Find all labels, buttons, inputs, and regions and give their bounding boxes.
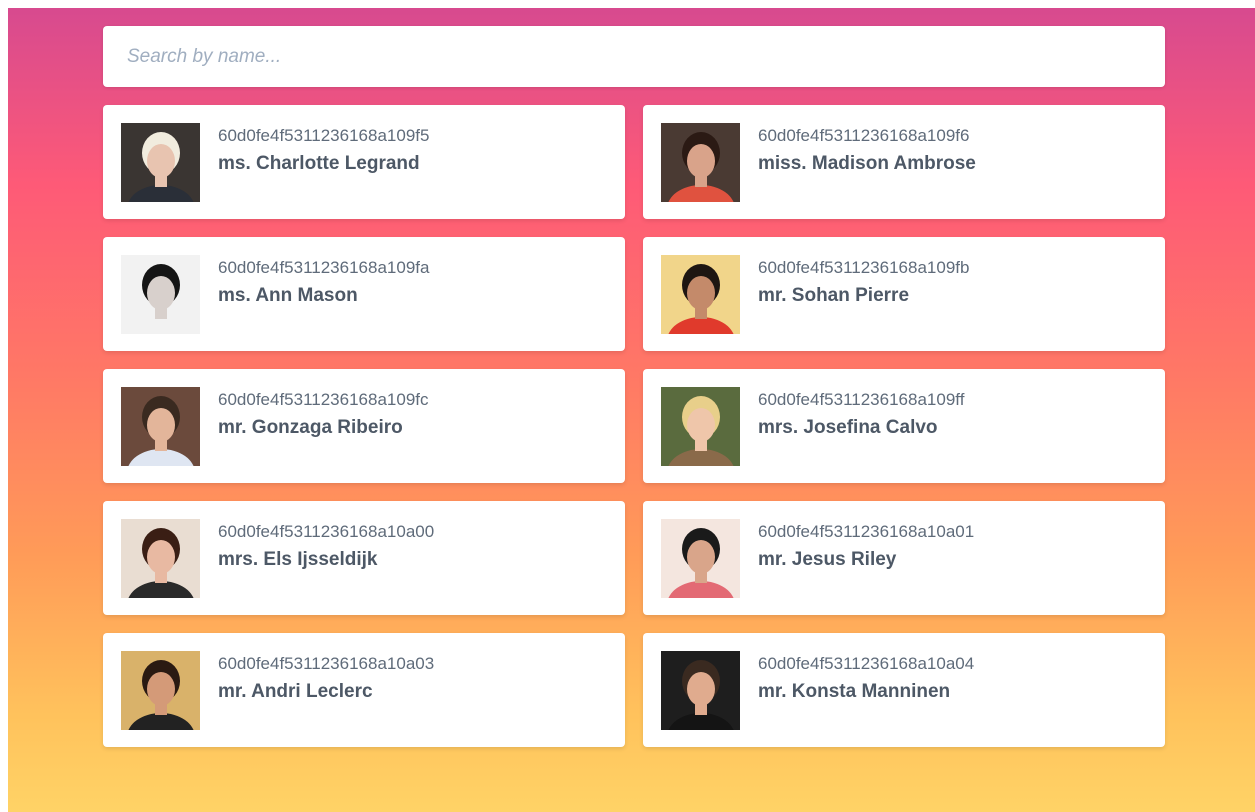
user-id: 60d0fe4f5311236168a109f6 <box>758 126 970 145</box>
user-id: 60d0fe4f5311236168a109fa <box>218 258 430 277</box>
user-id: 60d0fe4f5311236168a109fb <box>758 258 970 277</box>
user-card[interactable]: 60d0fe4f5311236168a10a04 mr. Konsta Manni… <box>643 633 1165 747</box>
user-avatar <box>661 519 740 598</box>
user-card[interactable]: 60d0fe4f5311236168a109ff mrs. Josefina Ca… <box>643 369 1165 483</box>
user-name: mrs. Josefina Calvo <box>758 417 938 438</box>
user-id: 60d0fe4f5311236168a109fc <box>218 390 429 409</box>
user-card[interactable]: 60d0fe4f5311236168a109fa ms. Ann Mason <box>103 237 625 351</box>
user-avatar <box>661 651 740 730</box>
user-name: mr. Jesus Riley <box>758 549 897 570</box>
user-id: 60d0fe4f5311236168a10a00 <box>218 522 435 541</box>
user-avatar <box>121 519 200 598</box>
user-name: ms. Charlotte Legrand <box>218 153 420 174</box>
user-id: 60d0fe4f5311236168a109ff <box>758 390 965 409</box>
user-card[interactable]: 60d0fe4f5311236168a10a03 mr. Andri Lecler… <box>103 633 625 747</box>
user-name: mr. Gonzaga Ribeiro <box>218 417 403 438</box>
user-id: 60d0fe4f5311236168a10a03 <box>218 654 435 673</box>
user-card[interactable]: 60d0fe4f5311236168a109fb mr. Sohan Pierre <box>643 237 1165 351</box>
user-avatar <box>121 651 200 730</box>
user-id: 60d0fe4f5311236168a10a01 <box>758 522 975 541</box>
user-avatar <box>121 387 200 466</box>
user-card[interactable]: 60d0fe4f5311236168a109f6 miss. Madison Am… <box>643 105 1165 219</box>
user-card[interactable]: 60d0fe4f5311236168a10a01 mr. Jesus Riley <box>643 501 1165 615</box>
user-name: mr. Andri Leclerc <box>218 681 373 702</box>
user-card[interactable]: 60d0fe4f5311236168a109fc mr. Gonzaga Ribe… <box>103 369 625 483</box>
user-name: mr. Konsta Manninen <box>758 681 951 702</box>
app-background: 60d0fe4f5311236168a109f5 ms. Charlotte Le… <box>8 8 1255 812</box>
user-avatar <box>121 123 200 202</box>
user-card[interactable]: 60d0fe4f5311236168a109f5 ms. Charlotte Le… <box>103 105 625 219</box>
user-card[interactable]: 60d0fe4f5311236168a10a00 mrs. Els Ijsseld… <box>103 501 625 615</box>
user-avatar <box>661 123 740 202</box>
user-avatar <box>121 255 200 334</box>
user-avatar <box>661 387 740 466</box>
user-name: miss. Madison Ambrose <box>758 153 976 174</box>
user-name: mrs. Els Ijsseldijk <box>218 549 378 570</box>
search-input[interactable] <box>103 26 1165 87</box>
user-list: 60d0fe4f5311236168a109f5 ms. Charlotte Le… <box>103 105 1165 747</box>
user-avatar <box>661 255 740 334</box>
user-name: mr. Sohan Pierre <box>758 285 910 306</box>
user-id: 60d0fe4f5311236168a10a04 <box>758 654 975 673</box>
user-name: ms. Ann Mason <box>218 285 358 306</box>
search-box[interactable] <box>103 26 1165 87</box>
user-id: 60d0fe4f5311236168a109f5 <box>218 126 430 145</box>
